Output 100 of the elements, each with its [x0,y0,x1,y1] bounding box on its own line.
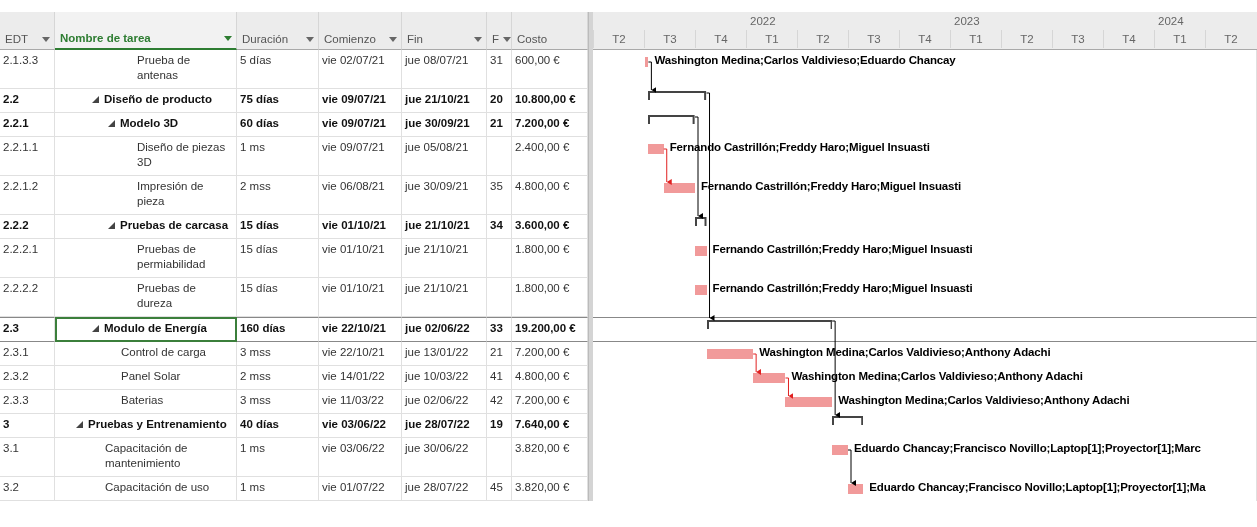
predecessor-cell: 21 [487,113,512,137]
cost-cell: 7.200,00 € [512,390,588,414]
quarter-label: T2 [593,30,644,48]
task-name: Modulo de Energía [104,321,207,336]
task-name-cell[interactable]: Diseño de piezas 3D [55,137,237,176]
task-name-cell[interactable]: Modelo 3D [55,113,237,137]
task-name-cell[interactable]: Modulo de Energía [55,317,237,342]
quarter-label: T4 [1103,30,1154,48]
task-name-cell[interactable]: Pruebas de carcasa [55,215,237,239]
task-name-cell[interactable]: Control de carga [55,342,237,366]
summary-bar [648,115,695,124]
start-cell: vie 22/10/21 [319,317,402,342]
cost-cell: 7.200,00 € [512,113,588,137]
collapse-icon[interactable] [92,325,99,332]
task-name-cell[interactable]: Capacitación de uso [55,477,237,501]
quarter-label: T2 [797,30,848,48]
predecessor-cell: 33 [487,317,512,342]
quarter-label: T2 [1205,30,1256,48]
wbs-cell: 2.2.1 [0,113,55,137]
cost-cell: 3.820,00 € [512,477,588,501]
wbs-cell: 3.1 [0,438,55,477]
duration-cell: 3 mss [237,390,319,414]
column-header[interactable]: Duración [237,12,319,50]
year-label: 2023 [954,15,980,27]
task-name-cell[interactable]: Capacitación de mantenimiento [55,438,237,477]
wbs-cell: 2.1.3.3 [0,50,55,89]
finish-cell: jue 08/07/21 [402,50,487,89]
start-cell: vie 09/07/21 [319,113,402,137]
cost-cell: 3.600,00 € [512,215,588,239]
duration-cell: 5 días [237,50,319,89]
finish-cell: jue 05/08/21 [402,137,487,176]
caret-icon[interactable] [474,37,482,42]
task-bar[interactable] [848,484,864,494]
duration-cell: 1 ms [237,137,319,176]
task-name: Capacitación de mantenimiento [105,441,189,471]
duration-cell: 160 días [237,317,319,342]
start-cell: vie 01/10/21 [319,215,402,239]
task-name-cell[interactable]: Baterias [55,390,237,414]
caret-icon[interactable] [224,36,232,41]
cost-cell: 10.800,00 € [512,89,588,113]
caret-icon[interactable] [503,37,512,42]
table-cell [487,278,512,317]
task-name-cell[interactable]: Prueba de antenas [55,50,237,89]
wbs-cell: 2.2.2.1 [0,239,55,278]
column-header[interactable]: Comienzo [319,12,402,50]
quarter-label: T3 [848,30,899,48]
predecessor-cell: 42 [487,390,512,414]
task-name: Diseño de piezas 3D [137,140,227,170]
quarter-label: T4 [899,30,950,48]
task-name: Prueba de antenas [137,53,192,83]
table-cell [487,438,512,477]
column-header[interactable]: Fin [402,12,487,50]
start-cell: vie 01/10/21 [319,239,402,278]
resource-label: Fernando Castrillón;Freddy Haro;Miguel Insuasti [712,281,973,296]
task-name-cell[interactable]: Panel Solar [55,366,237,390]
quarter-label: T3 [644,30,695,48]
column-header[interactable]: Costo [512,12,588,50]
wbs-cell: 2.3.2 [0,366,55,390]
predecessor-cell: 45 [487,477,512,501]
finish-cell: jue 02/06/22 [402,317,487,342]
finish-cell: jue 13/01/22 [402,342,487,366]
column-header[interactable]: Nombre de tarea [55,12,237,50]
caret-icon[interactable] [389,37,397,42]
predecessor-cell: 35 [487,176,512,215]
task-name: Panel Solar [121,369,181,384]
cost-cell: 600,00 € [512,50,588,89]
collapse-icon[interactable] [108,120,115,127]
duration-cell: 1 ms [237,438,319,477]
task-name-cell[interactable]: Pruebas de dureza [55,278,237,317]
predecessor-cell: 31 [487,50,512,89]
task-name: Pruebas de permiabilidad [137,242,207,272]
start-cell: vie 01/07/22 [319,477,402,501]
start-cell: vie 09/07/21 [319,137,402,176]
task-name-cell[interactable]: Pruebas de permiabilidad [55,239,237,278]
finish-cell: jue 30/06/22 [402,438,487,477]
start-cell: vie 14/01/22 [319,366,402,390]
collapse-icon[interactable] [76,421,83,428]
caret-icon[interactable] [42,37,50,42]
task-name: Pruebas de carcasa [120,218,229,233]
quarter-label: T1 [950,30,1001,48]
task-name-cell[interactable]: Impresión de pieza [55,176,237,215]
start-cell: vie 03/06/22 [319,438,402,477]
collapse-icon[interactable] [92,96,99,103]
start-cell: vie 03/06/22 [319,414,402,438]
wbs-cell: 2.2.2.2 [0,278,55,317]
start-cell: vie 11/03/22 [319,390,402,414]
task-name-cell[interactable]: Diseño de producto [55,89,237,113]
duration-cell: 2 mss [237,176,319,215]
collapse-icon[interactable] [108,222,115,229]
start-cell: vie 22/10/21 [319,342,402,366]
wbs-cell: 2.3.1 [0,342,55,366]
column-header[interactable]: F [487,12,512,50]
cost-cell: 3.820,00 € [512,438,588,477]
column-header[interactable]: EDT [0,12,55,50]
cost-cell: 2.400,00 € [512,137,588,176]
task-name-cell[interactable]: Pruebas y Entrenamiento [55,414,237,438]
duration-cell: 75 días [237,89,319,113]
caret-icon[interactable] [306,37,314,42]
wbs-cell: 2.3 [0,317,55,342]
wbs-cell: 2.2.1.2 [0,176,55,215]
